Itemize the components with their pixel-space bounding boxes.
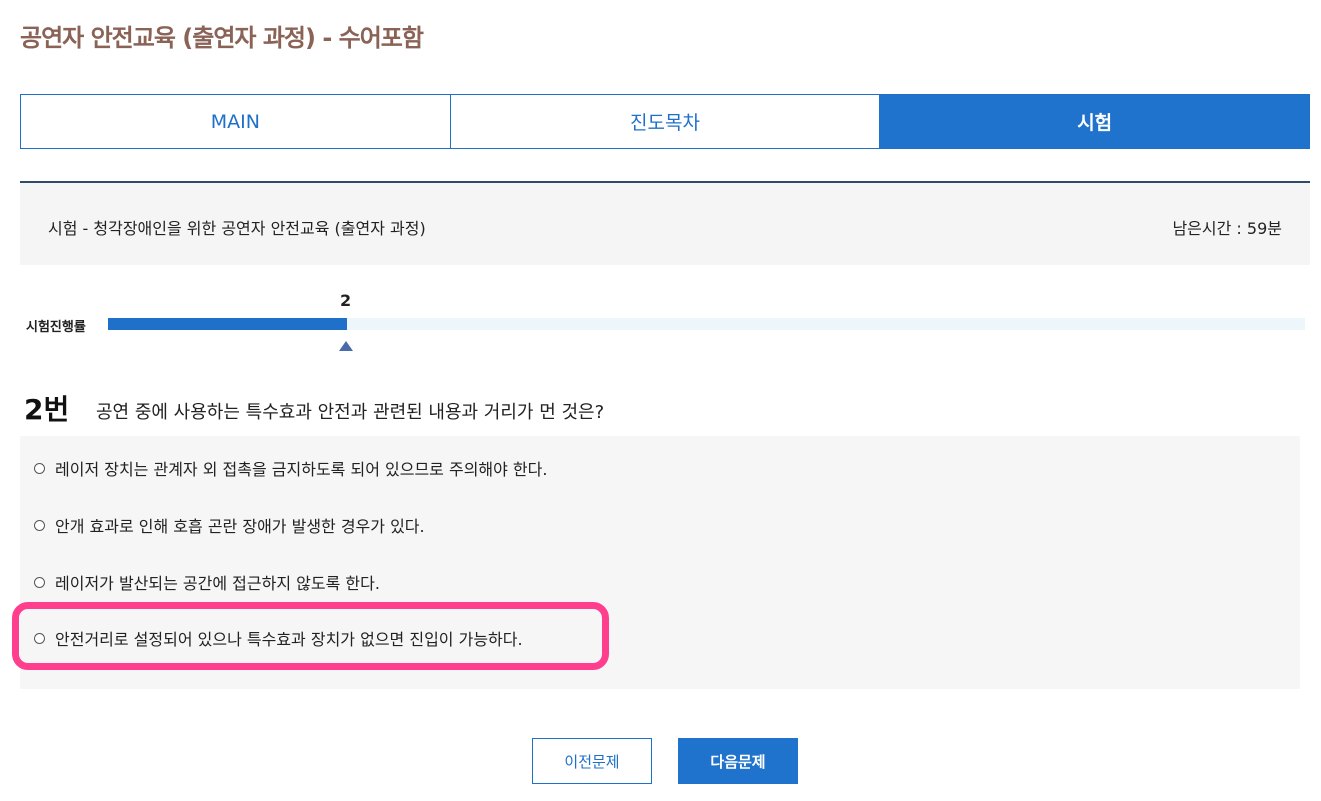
exam-header: 시험 - 청각장애인을 위한 공연자 안전교육 (출연자 과정) 남은시간 : … (20, 181, 1310, 265)
answer-option-1[interactable]: 레이저 장치는 관계자 외 접촉을 금지하도록 되어 있으므로 주의해야 한다. (34, 456, 547, 480)
tab-main[interactable]: MAIN (20, 94, 451, 149)
progress-bar (108, 318, 1305, 330)
remaining-time-label: 남은시간 : (1172, 219, 1247, 238)
tab-bar: MAIN 진도목차 시험 (20, 94, 1311, 149)
radio-icon[interactable] (34, 462, 45, 474)
answer-option-text: 안개 효과로 인해 호흡 곤란 장애가 발생한 경우가 있다. (55, 517, 425, 536)
answer-option-2[interactable]: 안개 효과로 인해 호흡 곤란 장애가 발생한 경우가 있다. (34, 513, 425, 537)
question-text: 공연 중에 사용하는 특수효과 안전과 관련된 내용과 거리가 먼 것은? (96, 402, 605, 423)
progress-label: 시험진행률 (26, 320, 86, 335)
answer-option-text: 레이저가 발산되는 공간에 접근하지 않도록 한다. (55, 574, 380, 593)
next-question-button[interactable]: 다음문제 (678, 738, 798, 784)
tab-progress-contents[interactable]: 진도목차 (450, 94, 881, 149)
answer-highlight-box (12, 602, 609, 670)
tab-exam[interactable]: 시험 (880, 94, 1311, 149)
remaining-time: 남은시간 : 59분 (1172, 215, 1282, 239)
answer-option-3[interactable]: 레이저가 발산되는 공간에 접근하지 않도록 한다. (34, 570, 380, 594)
answer-option-text: 레이저 장치는 관계자 외 접촉을 금지하도록 되어 있으므로 주의해야 한다. (55, 460, 548, 479)
remaining-time-value: 59분 (1246, 219, 1282, 238)
question-number: 2번 (24, 393, 70, 426)
previous-question-button[interactable]: 이전문제 (532, 738, 652, 784)
radio-icon[interactable] (34, 519, 45, 531)
radio-icon[interactable] (34, 576, 45, 588)
exam-title: 시험 - 청각장애인을 위한 공연자 안전교육 (출연자 과정) (48, 219, 426, 238)
progress-bar-fill (108, 318, 348, 330)
progress-current-number: 2 (340, 291, 352, 310)
page-title: 공연자 안전교육 (출연자 과정) - 수어포함 (20, 24, 424, 52)
progress-marker-icon (339, 341, 353, 351)
